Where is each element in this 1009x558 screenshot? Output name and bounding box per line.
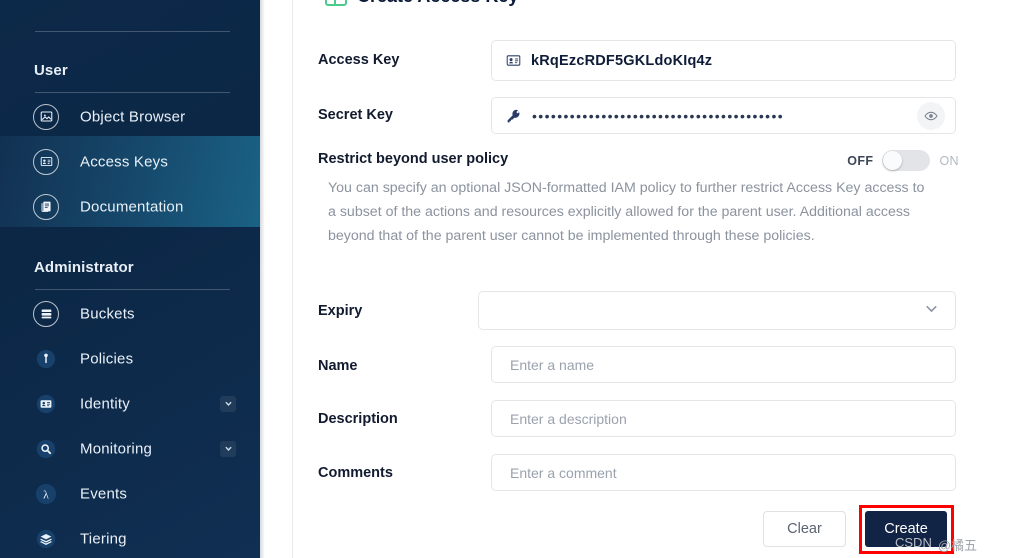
label-expiry: Expiry [318, 303, 363, 319]
policies-icon [33, 346, 59, 372]
sidebar-section-administrator: Administrator [34, 259, 134, 276]
sidebar-divider-user [35, 92, 230, 93]
watermark-author: @橘五 [937, 538, 978, 553]
monitoring-icon [33, 436, 59, 462]
sidebar-item-monitoring[interactable]: Monitoring [0, 426, 260, 471]
watermark: CSDN @橘五 [895, 535, 977, 554]
sidebar-item-label-identity: Identity [80, 395, 130, 412]
sidebar-item-documentation[interactable]: Documentation [0, 184, 260, 229]
sidebar-item-label-monitoring: Monitoring [80, 440, 153, 457]
eye-icon[interactable] [917, 101, 945, 130]
toggle-off-label: OFF [847, 153, 874, 168]
svg-text:λ: λ [43, 487, 49, 501]
app-root: User Object Browser Access Keys Document… [0, 0, 1009, 558]
access-key-field[interactable]: kRqEzcRDF5GKLdoKIq4z [491, 40, 956, 81]
object-browser-icon [33, 103, 59, 130]
label-name: Name [318, 358, 358, 374]
key-icon [506, 108, 522, 124]
buckets-icon [33, 300, 59, 327]
access-key-value: kRqEzcRDF5GKLdoKIq4z [531, 52, 713, 69]
sidebar-item-label-object-browser: Object Browser [80, 108, 186, 125]
page-title-text: Create Access Key [357, 0, 518, 7]
tiering-icon [33, 526, 59, 552]
restrict-policy-toggle-group[interactable]: OFF ON [847, 150, 959, 171]
content-divider [292, 0, 293, 558]
label-restrict-policy: Restrict beyond user policy [318, 151, 509, 167]
comments-placeholder: Enter a comment [510, 464, 617, 481]
sidebar-item-identity[interactable]: Identity [0, 381, 260, 426]
restrict-policy-toggle[interactable] [882, 150, 931, 171]
sidebar-item-buckets[interactable]: Buckets [0, 291, 260, 336]
sidebar-item-label-tiering: Tiering [80, 530, 127, 547]
name-placeholder: Enter a name [510, 356, 595, 373]
label-access-key: Access Key [318, 52, 400, 68]
sidebar-item-label-access-keys: Access Keys [80, 153, 169, 170]
sidebar-item-label-policies: Policies [80, 350, 134, 367]
secret-key-field[interactable]: •••••••••••••••••••••••••••••••••••••••• [491, 97, 956, 134]
watermark-brand: CSDN [895, 535, 932, 550]
restrict-policy-help-text: You can specify an optional JSON-formatt… [328, 180, 925, 244]
toggle-on-label: ON [939, 153, 959, 168]
chevron-down-icon-identity[interactable] [220, 395, 236, 412]
label-description: Description [318, 411, 398, 427]
sidebar-item-access-keys[interactable]: Access Keys [0, 139, 260, 184]
sidebar-section-user: User [34, 62, 68, 79]
sidebar-item-label-events: Events [80, 485, 128, 502]
identity-icon [33, 391, 59, 417]
clear-button-label: Clear [787, 521, 822, 537]
documentation-icon [33, 193, 59, 220]
sidebar-item-events[interactable]: λ Events [0, 471, 260, 516]
sidebar-item-label-documentation: Documentation [80, 198, 184, 215]
main-content: Create Access Key Access Key kRqEzcRDF5G… [265, 0, 1009, 558]
comments-input[interactable]: Enter a comment [491, 454, 956, 491]
sidebar-divider-top [35, 31, 230, 32]
sidebar-logo [0, 0, 260, 18]
clear-button[interactable]: Clear [763, 511, 846, 547]
sidebar-item-label-buckets: Buckets [80, 305, 135, 322]
name-input[interactable]: Enter a name [491, 346, 956, 383]
label-secret-key: Secret Key [318, 107, 393, 123]
sidebar-divider-admin [35, 289, 230, 290]
toggle-knob [883, 151, 903, 170]
sidebar-item-tiering[interactable]: Tiering [0, 516, 260, 558]
events-icon: λ [33, 481, 59, 507]
access-keys-icon [33, 148, 59, 175]
sidebar: User Object Browser Access Keys Document… [0, 0, 260, 558]
create-key-icon [325, 0, 347, 6]
label-comments: Comments [318, 465, 393, 481]
description-placeholder: Enter a description [510, 410, 627, 427]
page-title: Create Access Key [325, 0, 518, 7]
sidebar-item-object-browser[interactable]: Object Browser [0, 94, 260, 139]
expiry-select[interactable] [478, 291, 956, 330]
chevron-down-icon-expiry[interactable] [924, 301, 939, 321]
sidebar-item-policies[interactable]: Policies [0, 336, 260, 381]
secret-key-value: •••••••••••••••••••••••••••••••••••••••• [532, 107, 785, 124]
chevron-down-icon-monitoring[interactable] [220, 440, 236, 457]
description-input[interactable]: Enter a description [491, 400, 956, 437]
id-badge-icon [506, 53, 521, 68]
